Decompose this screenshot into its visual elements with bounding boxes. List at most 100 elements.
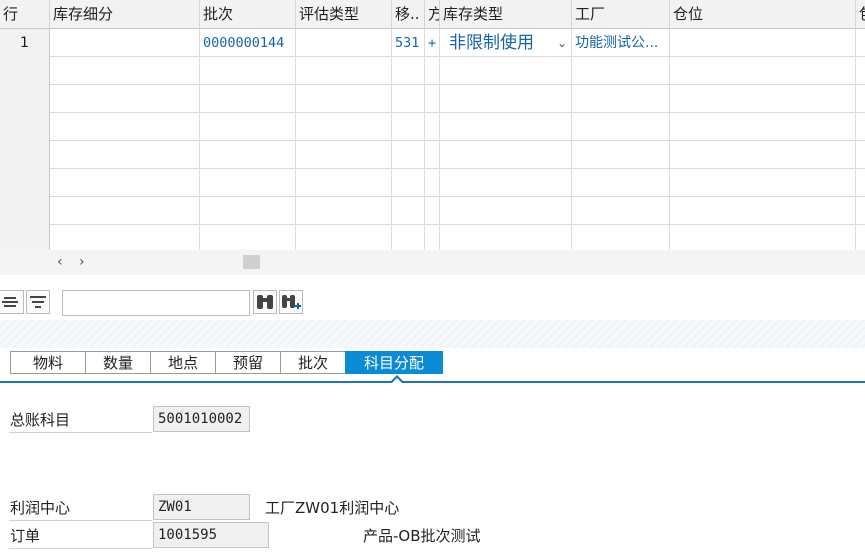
empty-cell <box>392 113 425 141</box>
table-row-empty <box>0 225 865 250</box>
profit-center-description: 工厂ZW01利润中心 <box>265 499 400 517</box>
column-header-row[interactable]: 行 <box>0 0 50 29</box>
chevron-left-icon[interactable]: ‹ <box>57 254 63 270</box>
items-table: 行 库存细分 批次 评估类型 移.. 方 库存类型 工厂 仓位 包 1 0000… <box>0 0 865 250</box>
column-header-extra[interactable]: 包 <box>856 0 865 29</box>
empty-cell <box>670 197 856 225</box>
row-number <box>0 85 50 113</box>
empty-cell <box>50 57 200 85</box>
binoculars-icon <box>257 295 273 309</box>
tab-reservation[interactable]: 预留 <box>215 351 281 374</box>
empty-cell <box>440 141 572 169</box>
empty-cell <box>392 225 425 250</box>
table-row-empty <box>0 169 865 197</box>
empty-cell <box>440 57 572 85</box>
scrollbar-thumb[interactable] <box>243 255 260 269</box>
profit-center-label: 利润中心 <box>9 495 152 521</box>
find-button[interactable] <box>253 290 277 314</box>
empty-cell <box>425 169 440 197</box>
table-row-empty <box>0 85 865 113</box>
gl-account-label: 总账科目 <box>9 407 152 433</box>
empty-cell <box>50 113 200 141</box>
empty-cell <box>572 57 670 85</box>
empty-cell <box>572 85 670 113</box>
empty-cell <box>572 113 670 141</box>
empty-cell <box>50 85 200 113</box>
column-header-stock-type[interactable]: 库存类型 <box>440 0 572 29</box>
empty-cell <box>670 169 856 197</box>
column-header-valuation-type[interactable]: 评估类型 <box>296 0 392 29</box>
filter-button[interactable] <box>26 290 50 314</box>
table-row-empty <box>0 57 865 85</box>
order-label: 订单 <box>9 523 152 549</box>
empty-cell <box>572 225 670 250</box>
empty-cell <box>425 57 440 85</box>
search-input[interactable] <box>62 290 250 316</box>
align-center-button[interactable] <box>0 290 24 314</box>
empty-cell <box>392 197 425 225</box>
empty-cell <box>392 169 425 197</box>
tab-account-assignment[interactable]: 科目分配 <box>345 351 443 374</box>
chevron-down-icon[interactable]: ⌄ <box>557 29 567 57</box>
empty-cell <box>296 197 392 225</box>
empty-cell <box>440 113 572 141</box>
row-number <box>0 141 50 169</box>
empty-cell <box>392 57 425 85</box>
table-row[interactable]: 1 0000000144 531 + 非限制使用 ⌄ 功能测试公... <box>0 29 865 57</box>
column-header-direction[interactable]: 方 <box>425 0 440 29</box>
empty-cell <box>440 197 572 225</box>
cell-stock-breakdown[interactable] <box>50 29 200 57</box>
empty-cell <box>200 225 296 250</box>
order-field[interactable]: 1001595 <box>153 522 269 548</box>
empty-cell <box>296 113 392 141</box>
cell-valuation-type[interactable] <box>296 29 392 57</box>
empty-cell <box>425 225 440 250</box>
column-header-bin[interactable]: 仓位 <box>670 0 856 29</box>
horizontal-scrollbar[interactable]: ‹ › <box>0 250 865 275</box>
chevron-right-icon[interactable]: › <box>79 254 85 270</box>
column-header-movement[interactable]: 移.. <box>392 0 425 29</box>
cell-bin[interactable] <box>670 29 856 57</box>
empty-cell <box>392 141 425 169</box>
empty-cell <box>440 85 572 113</box>
order-description: 产品-OB批次测试 <box>363 527 481 545</box>
empty-cell <box>425 141 440 169</box>
column-header-batch[interactable]: 批次 <box>200 0 296 29</box>
row-number <box>0 57 50 85</box>
empty-cell <box>50 197 200 225</box>
empty-cell <box>572 169 670 197</box>
profit-center-field[interactable]: ZW01 <box>153 494 250 520</box>
row-number[interactable]: 1 <box>0 29 50 57</box>
find-next-button[interactable] <box>279 290 303 314</box>
tab-location[interactable]: 地点 <box>150 351 216 374</box>
empty-cell <box>50 169 200 197</box>
row-number <box>0 197 50 225</box>
align-center-icon <box>2 297 18 307</box>
column-header-plant[interactable]: 工厂 <box>572 0 670 29</box>
empty-cell <box>296 141 392 169</box>
empty-cell <box>425 85 440 113</box>
column-header-stock-breakdown[interactable]: 库存细分 <box>50 0 200 29</box>
tab-material[interactable]: 物料 <box>10 351 86 374</box>
gl-account-field[interactable]: 5001010002 <box>153 406 250 432</box>
empty-cell <box>50 225 200 250</box>
empty-cell <box>200 169 296 197</box>
filter-icon <box>30 296 46 308</box>
empty-cell <box>200 113 296 141</box>
cell-batch[interactable]: 0000000144 <box>200 29 296 57</box>
empty-cell <box>425 197 440 225</box>
empty-cell <box>200 85 296 113</box>
active-tab-indicator-inner <box>392 378 402 383</box>
empty-cell <box>670 141 856 169</box>
tab-batch[interactable]: 批次 <box>280 351 346 374</box>
tab-quantity[interactable]: 数量 <box>85 351 151 374</box>
cell-plant[interactable]: 功能测试公... <box>572 29 670 57</box>
row-number <box>0 113 50 141</box>
stock-type-dropdown[interactable]: 非限制使用 ⌄ <box>440 29 572 57</box>
empty-cell <box>572 141 670 169</box>
empty-cell <box>200 141 296 169</box>
table-toolbar <box>0 282 865 320</box>
cell-movement[interactable]: 531 <box>392 29 425 57</box>
empty-cell <box>440 225 572 250</box>
empty-cell <box>296 57 392 85</box>
